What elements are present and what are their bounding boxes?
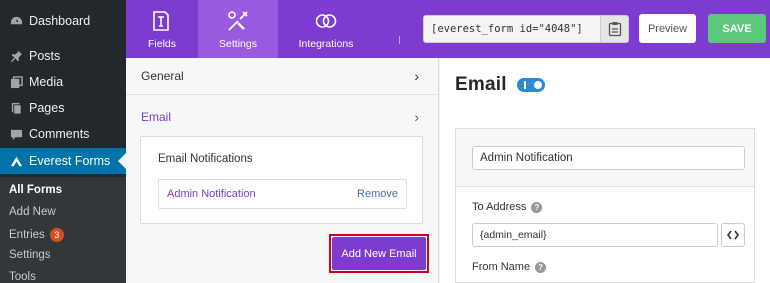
pages-icon <box>9 101 23 115</box>
add-new-email-button[interactable]: Add New Email <box>332 237 426 270</box>
settings-sections-panel: General › Email › Email Notifications Ad… <box>126 58 439 283</box>
comment-icon <box>9 127 23 141</box>
wp-menu-comments[interactable]: Comments <box>0 121 126 147</box>
submenu-label: Add New <box>9 206 56 218</box>
field-label-text: To Address <box>472 201 527 213</box>
wp-menu-dashboard[interactable]: Dashboard <box>0 8 126 34</box>
tab-fields[interactable]: Fields <box>126 0 198 58</box>
wp-menu-media[interactable]: Media <box>0 69 126 95</box>
tab-label: Fields <box>147 38 176 50</box>
from-name-label: From Name ? <box>472 261 547 273</box>
chevron-right-icon: › <box>414 108 419 125</box>
pin-icon <box>9 49 23 63</box>
wp-menu-label: Posts <box>29 49 61 63</box>
integrations-icon <box>315 14 337 28</box>
section-label: Email <box>141 109 172 124</box>
submenu-label: Entries <box>9 229 45 241</box>
wp-menu-label: Dashboard <box>29 14 91 28</box>
notifications-title: Email Notifications <box>158 153 253 165</box>
clipboard-icon <box>608 22 621 37</box>
wp-menu-pages[interactable]: Pages <box>0 95 126 121</box>
card-header: Admin Notification <box>456 129 754 187</box>
notification-name[interactable]: Admin Notification <box>167 188 256 200</box>
dashboard-icon <box>9 14 23 28</box>
wp-menu-label: Pages <box>29 101 65 115</box>
page-title: Email <box>455 74 507 95</box>
submenu-label: Tools <box>9 271 36 283</box>
code-icon <box>727 230 739 240</box>
notification-name-input[interactable]: Admin Notification <box>472 146 745 170</box>
tab-label: Integrations <box>298 38 354 50</box>
submenu-settings[interactable]: Settings <box>9 249 51 261</box>
notification-list-item[interactable]: Admin Notification Remove <box>158 179 407 209</box>
to-address-input[interactable]: {admin_email} <box>472 223 718 247</box>
tab-integrations[interactable]: Integrations <box>278 0 374 58</box>
preview-button[interactable]: Preview <box>639 14 696 43</box>
section-label: General <box>141 69 184 83</box>
copy-shortcode-button[interactable] <box>601 15 629 43</box>
submenu-label: Settings <box>9 249 51 261</box>
notification-settings-card: Admin Notification To Address ? {admin_e… <box>455 128 755 283</box>
help-icon[interactable]: ? <box>531 201 543 213</box>
fields-icon <box>153 11 169 31</box>
entries-count-badge: 3 <box>49 228 64 242</box>
chevron-right-icon: › <box>414 68 419 84</box>
field-label-text: From Name <box>472 261 531 273</box>
save-button[interactable]: SAVE <box>708 14 766 43</box>
submenu-add-new[interactable]: Add New <box>9 206 56 218</box>
wp-menu-label: Everest Forms <box>29 154 111 168</box>
remove-notification-link[interactable]: Remove <box>357 188 398 200</box>
help-icon[interactable]: ? <box>535 261 547 273</box>
tab-label: Settings <box>219 38 257 50</box>
section-general[interactable]: General › <box>126 58 439 95</box>
header-divider <box>399 36 400 44</box>
email-notifications-box: Email Notifications Admin Notification R… <box>140 136 423 224</box>
section-email[interactable]: Email › <box>126 98 439 135</box>
everest-forms-icon <box>9 154 23 168</box>
wp-submenu: All Forms Add New Entries 3 Settings Too… <box>0 177 126 283</box>
wp-menu-label: Comments <box>29 127 90 141</box>
email-settings-content: Email Admin Notification To Address ? {a… <box>440 58 770 283</box>
submenu-tools[interactable]: Tools <box>9 271 36 283</box>
to-address-label: To Address ? <box>472 201 543 213</box>
wp-admin-sidebar: Dashboard Posts Media Pages Comments Eve… <box>0 0 126 283</box>
shortcode-field[interactable]: [everest_form id="4048"] <box>423 15 601 43</box>
submenu-entries[interactable]: Entries 3 <box>9 228 64 242</box>
settings-tools-icon <box>228 11 248 31</box>
media-icon <box>9 75 23 89</box>
form-builder-header: Fields Settings Integrations [everest_fo… <box>126 0 770 58</box>
wp-menu-label: Media <box>29 75 64 89</box>
wp-menu-posts[interactable]: Posts <box>0 43 126 69</box>
smart-tags-button[interactable] <box>721 223 745 247</box>
submenu-label: All Forms <box>9 184 63 196</box>
wp-menu-everest-forms[interactable]: Everest Forms <box>0 148 126 174</box>
submenu-all-forms[interactable]: All Forms <box>9 184 62 196</box>
tab-settings[interactable]: Settings <box>198 0 278 58</box>
email-enable-toggle[interactable] <box>517 78 545 92</box>
